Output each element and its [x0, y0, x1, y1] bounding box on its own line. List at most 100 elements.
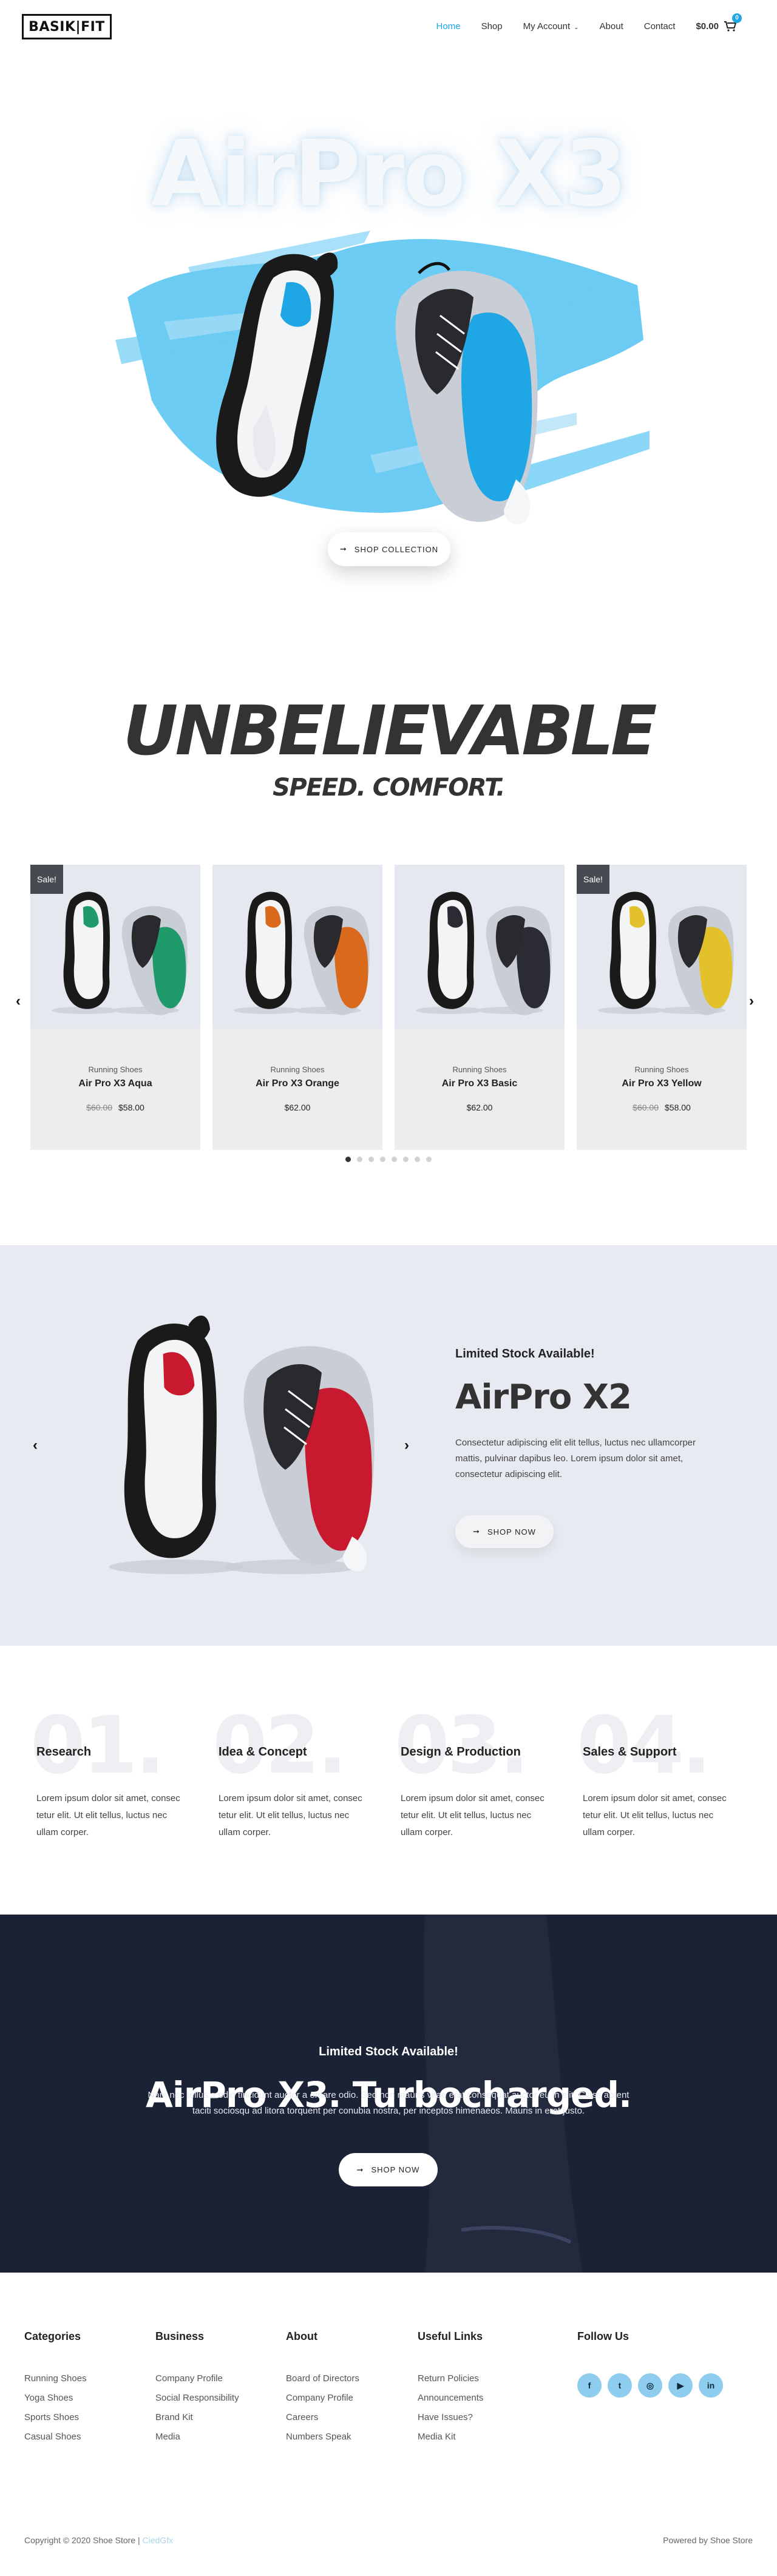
footer-link[interactable]: Board of Directors [286, 2373, 359, 2393]
facebook-icon[interactable]: f [577, 2373, 602, 2398]
carousel-dot[interactable] [392, 1157, 397, 1162]
product-price: $62.00 [212, 1103, 382, 1112]
footer-link[interactable]: Sports Shoes [24, 2412, 87, 2432]
cart-count-badge: 0 [732, 13, 742, 23]
promo-shop-now-button[interactable]: ➞ SHOP NOW [339, 2153, 438, 2186]
social-links: f t ◎ ▶ in [577, 2373, 723, 2398]
product-category[interactable]: Running Shoes [577, 1065, 747, 1074]
promo-section: Limited Stock Available! AirPro X3. Turb… [0, 1915, 777, 2273]
hero-section: AirPro X3 ➞ SHOP COLLECTION [0, 55, 777, 637]
step-title: Design & Production [401, 1745, 521, 1759]
product-card[interactable]: Running Shoes Air Pro X3 Orange $62.00 [212, 865, 382, 1150]
feature-section: ‹ › Limited Stock Available! AirPro X2 C… [0, 1245, 777, 1646]
footer-link[interactable]: Media Kit [418, 2432, 483, 2451]
carousel-prev-arrow[interactable]: ‹ [16, 993, 21, 1010]
carousel-dot[interactable] [368, 1157, 374, 1162]
nav-contact[interactable]: Contact [644, 21, 676, 32]
feature-label: Limited Stock Available! [455, 1347, 595, 1361]
product-name[interactable]: Air Pro X3 Aqua [30, 1078, 200, 1089]
footer-link[interactable]: Return Policies [418, 2373, 483, 2393]
copyright-text: Copyright © 2020 Shoe Store | [24, 2535, 140, 2545]
carousel-dot[interactable] [345, 1157, 351, 1162]
product-image[interactable] [212, 865, 382, 1029]
footer-column-about: About Board of Directors Company Profile… [286, 2330, 359, 2451]
footer-link[interactable]: Casual Shoes [24, 2432, 87, 2451]
product-category[interactable]: Running Shoes [395, 1065, 565, 1074]
step-text: Lorem ipsum dolor sit amet, consec tetur… [401, 1793, 545, 1837]
old-price: $60.00 [86, 1103, 112, 1112]
nav-shop[interactable]: Shop [481, 21, 503, 32]
feature-shoes-image [109, 1315, 375, 1574]
product-price: $60.00 $58.00 [30, 1103, 200, 1112]
copyright-link[interactable]: CiedGfx [143, 2535, 174, 2545]
carousel-dot[interactable] [357, 1157, 362, 1162]
step-text: Lorem ipsum dolor sit amet, consec tetur… [219, 1793, 362, 1837]
hero-shoes-image [115, 231, 650, 524]
feature-shop-now-button[interactable]: ➞ SHOP NOW [455, 1515, 554, 1548]
footer-column-useful-links: Useful Links Return Policies Announcemen… [418, 2330, 483, 2451]
promo-button-label: SHOP NOW [371, 2165, 420, 2174]
product-name[interactable]: Air Pro X3 Orange [212, 1078, 382, 1089]
footer-link[interactable]: Numbers Speak [286, 2432, 359, 2451]
youtube-icon[interactable]: ▶ [668, 2373, 693, 2398]
instagram-icon[interactable]: ◎ [638, 2373, 662, 2398]
carousel-dot[interactable] [426, 1157, 432, 1162]
cart-total: $0.00 [696, 21, 719, 32]
product-price: $62.00 [395, 1103, 565, 1112]
chevron-down-icon: ⌄ [574, 24, 579, 31]
product-name[interactable]: Air Pro X3 Basic [395, 1078, 565, 1089]
product-carousel: Sale! Running Shoes Air Pro X3 Aqua $60.… [30, 865, 747, 1150]
cart-button[interactable]: $0.00 0 [696, 13, 742, 32]
carousel-dot[interactable] [415, 1157, 420, 1162]
current-price: $58.00 [118, 1103, 144, 1112]
nav-my-account[interactable]: My Account ⌄ [523, 21, 579, 32]
footer-link[interactable]: Yoga Shoes [24, 2393, 87, 2412]
sale-badge: Sale! [30, 865, 63, 894]
twitter-icon[interactable]: t [608, 2373, 632, 2398]
feature-prev-arrow[interactable]: ‹ [33, 1437, 38, 1454]
product-image[interactable] [395, 865, 565, 1029]
product-category[interactable]: Running Shoes [212, 1065, 382, 1074]
footer-link[interactable]: Brand Kit [155, 2412, 239, 2432]
footer-link[interactable]: Social Responsibility [155, 2393, 239, 2412]
step-title: Idea & Concept [219, 1745, 307, 1759]
old-price: $60.00 [633, 1103, 659, 1112]
footer-link[interactable]: Company Profile [155, 2373, 239, 2393]
step-title: Sales & Support [583, 1745, 677, 1759]
footer-link[interactable]: Announcements [418, 2393, 483, 2412]
footer-link[interactable]: Careers [286, 2412, 359, 2432]
tagline-subline: SPEED. COMFORT. [273, 774, 505, 802]
carousel-next-arrow[interactable]: › [749, 993, 754, 1010]
footer-column-title: About [286, 2330, 317, 2342]
carousel-dot[interactable] [380, 1157, 385, 1162]
nav-about[interactable]: About [600, 21, 623, 32]
footer-link[interactable]: Media [155, 2432, 239, 2451]
step-text: Lorem ipsum dolor sit amet, consec tetur… [36, 1793, 180, 1837]
carousel-pagination [0, 1157, 777, 1162]
process-steps: 01. Research Lorem ipsum dolor sit amet,… [0, 1699, 777, 1881]
product-card[interactable]: Sale! Running Shoes Air Pro X3 Yellow $6… [577, 865, 747, 1150]
product-name[interactable]: Air Pro X3 Yellow [577, 1078, 747, 1089]
footer-column-title: Categories [24, 2330, 81, 2342]
footer-follow-us: Follow Us f t ◎ ▶ in [577, 2330, 723, 2398]
product-card[interactable]: Sale! Running Shoes Air Pro X3 Aqua $60.… [30, 865, 200, 1150]
feature-next-arrow[interactable]: › [404, 1437, 409, 1454]
arrow-right-icon: ➞ [356, 2165, 364, 2174]
linkedin-icon[interactable]: in [699, 2373, 723, 2398]
footer-link[interactable]: Company Profile [286, 2393, 359, 2412]
site-logo[interactable]: BASIK|FIT [22, 14, 112, 39]
product-category[interactable]: Running Shoes [30, 1065, 200, 1074]
tagline-headline: UNBELIEVABLE [123, 692, 657, 771]
main-nav: Home Shop My Account ⌄ About Contact $0.0… [436, 13, 742, 32]
nav-my-account-label[interactable]: My Account [523, 21, 571, 32]
feature-description: Consectetur adipiscing elit elit tellus,… [455, 1438, 696, 1479]
promo-label: Limited Stock Available! [319, 2045, 458, 2058]
footer-link[interactable]: Running Shoes [24, 2373, 87, 2393]
nav-home[interactable]: Home [436, 21, 461, 32]
shop-collection-button[interactable]: ➞ SHOP COLLECTION [328, 532, 450, 566]
shop-collection-label: SHOP COLLECTION [354, 544, 439, 554]
promo-description: Nam nec tellus a odio tincidunt auctor a… [148, 2090, 629, 2116]
footer-link[interactable]: Have Issues? [418, 2412, 483, 2432]
product-card[interactable]: Running Shoes Air Pro X3 Basic $62.00 [395, 865, 565, 1150]
carousel-dot[interactable] [403, 1157, 409, 1162]
